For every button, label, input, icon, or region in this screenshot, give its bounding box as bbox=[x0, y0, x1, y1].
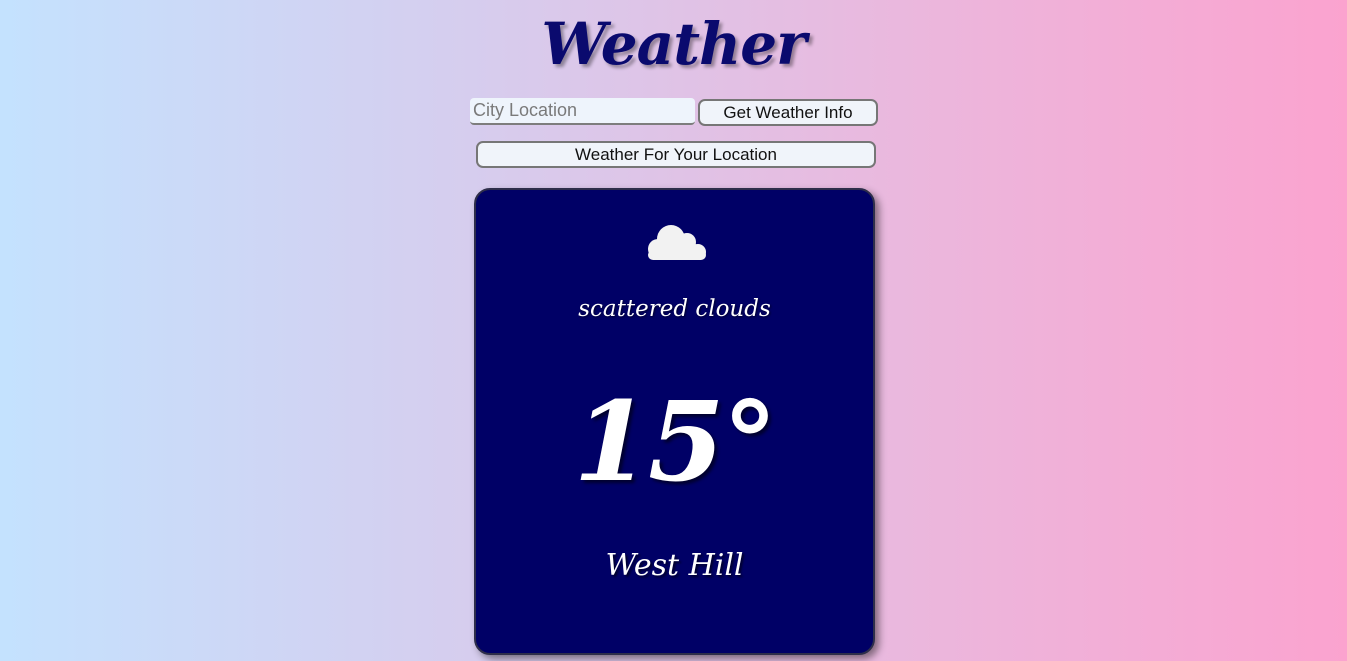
weather-for-your-location-button[interactable]: Weather For Your Location bbox=[476, 141, 876, 168]
get-weather-info-button[interactable]: Get Weather Info bbox=[698, 99, 878, 126]
cloud-icon bbox=[648, 225, 706, 260]
weather-card: scattered clouds 15° West Hill bbox=[474, 188, 875, 655]
page-title: Weather bbox=[541, 10, 806, 78]
city-location-input[interactable] bbox=[470, 98, 695, 125]
weather-description: scattered clouds bbox=[578, 296, 771, 322]
location-name: West Hill bbox=[605, 548, 744, 583]
temperature-value: 15° bbox=[573, 377, 777, 506]
